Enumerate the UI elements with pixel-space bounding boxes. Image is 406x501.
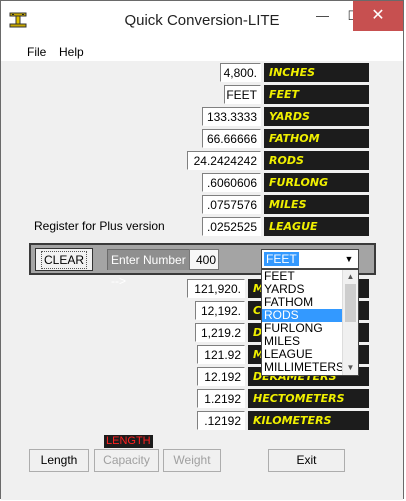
scroll-down-icon[interactable]: ▼ [343, 361, 358, 375]
unit-hectometers: HECTOMETERS [248, 389, 369, 408]
unit-dropdown-list[interactable]: FEET YARDS FATHOM RODS FURLONG MILES LEA… [261, 269, 359, 376]
value-dekameters: 12.192 [197, 367, 245, 386]
menu-file[interactable]: File [27, 45, 46, 59]
category-label: LENGTH [104, 435, 153, 448]
exit-button[interactable]: Exit [268, 449, 345, 472]
weight-button[interactable]: Weight [163, 449, 221, 472]
unit-feet: FEET [264, 85, 369, 104]
value-millimeters: 121,920. [187, 279, 245, 298]
unit-select[interactable]: FEET ▼ [261, 249, 359, 269]
unit-kilometers: KILOMETERS [248, 411, 369, 430]
value-furlong: .6060606 [202, 173, 261, 192]
capacity-button[interactable]: Capacity [94, 449, 159, 472]
unit-furlong: FURLONG [264, 173, 369, 192]
unit-inches: INCHES [264, 63, 369, 82]
value-hectometers: 1.2192 [197, 389, 245, 408]
value-decimeters: 1,219.2 [195, 323, 245, 342]
dropdown-scrollbar[interactable]: ▲ ▼ [342, 270, 358, 375]
unit-league: LEAGUE [264, 217, 369, 236]
chevron-down-icon[interactable]: ▼ [341, 251, 357, 267]
clear-button-label: CLEAR [40, 251, 87, 269]
menu-help[interactable]: Help [59, 45, 84, 59]
value-league: .0252525 [202, 217, 261, 236]
unit-select-value: FEET [264, 252, 299, 266]
value-inches: 4,800. [220, 63, 261, 82]
length-button[interactable]: Length [29, 449, 89, 472]
scroll-thumb[interactable] [345, 284, 356, 322]
value-miles: .0757576 [202, 195, 261, 214]
dropdown-option-millimeters[interactable]: MILLIMETERS [262, 361, 344, 374]
unit-fathom: FATHOM [264, 129, 369, 148]
clear-button[interactable]: CLEAR [35, 248, 93, 271]
value-fathom: 66.66666 [202, 129, 261, 148]
register-text[interactable]: Register for Plus version [34, 219, 165, 233]
unit-miles: MILES [264, 195, 369, 214]
close-button[interactable]: ✕ [353, 1, 403, 31]
enter-number-label: Enter Number --> [107, 249, 189, 288]
unit-yards: YARDS [264, 107, 369, 126]
value-centimeters: 12,192. [195, 301, 245, 320]
title-bar[interactable]: Quick Conversion-LITE — ☐ ✕ [1, 1, 403, 41]
value-feet: FEET [224, 85, 261, 104]
value-yards: 133.3333 [202, 107, 261, 126]
unit-rods: RODS [264, 151, 369, 170]
number-input[interactable]: 400 [189, 249, 219, 270]
value-meters: 121.92 [197, 345, 245, 364]
scroll-up-icon[interactable]: ▲ [343, 270, 358, 284]
value-kilometers: .12192 [197, 411, 245, 430]
app-window: Quick Conversion-LITE — ☐ ✕ File Help 4,… [0, 0, 404, 500]
menu-bar: File Help [1, 41, 403, 61]
minimize-button[interactable]: — [307, 1, 338, 31]
value-rods: 24.2424242 [187, 151, 261, 170]
